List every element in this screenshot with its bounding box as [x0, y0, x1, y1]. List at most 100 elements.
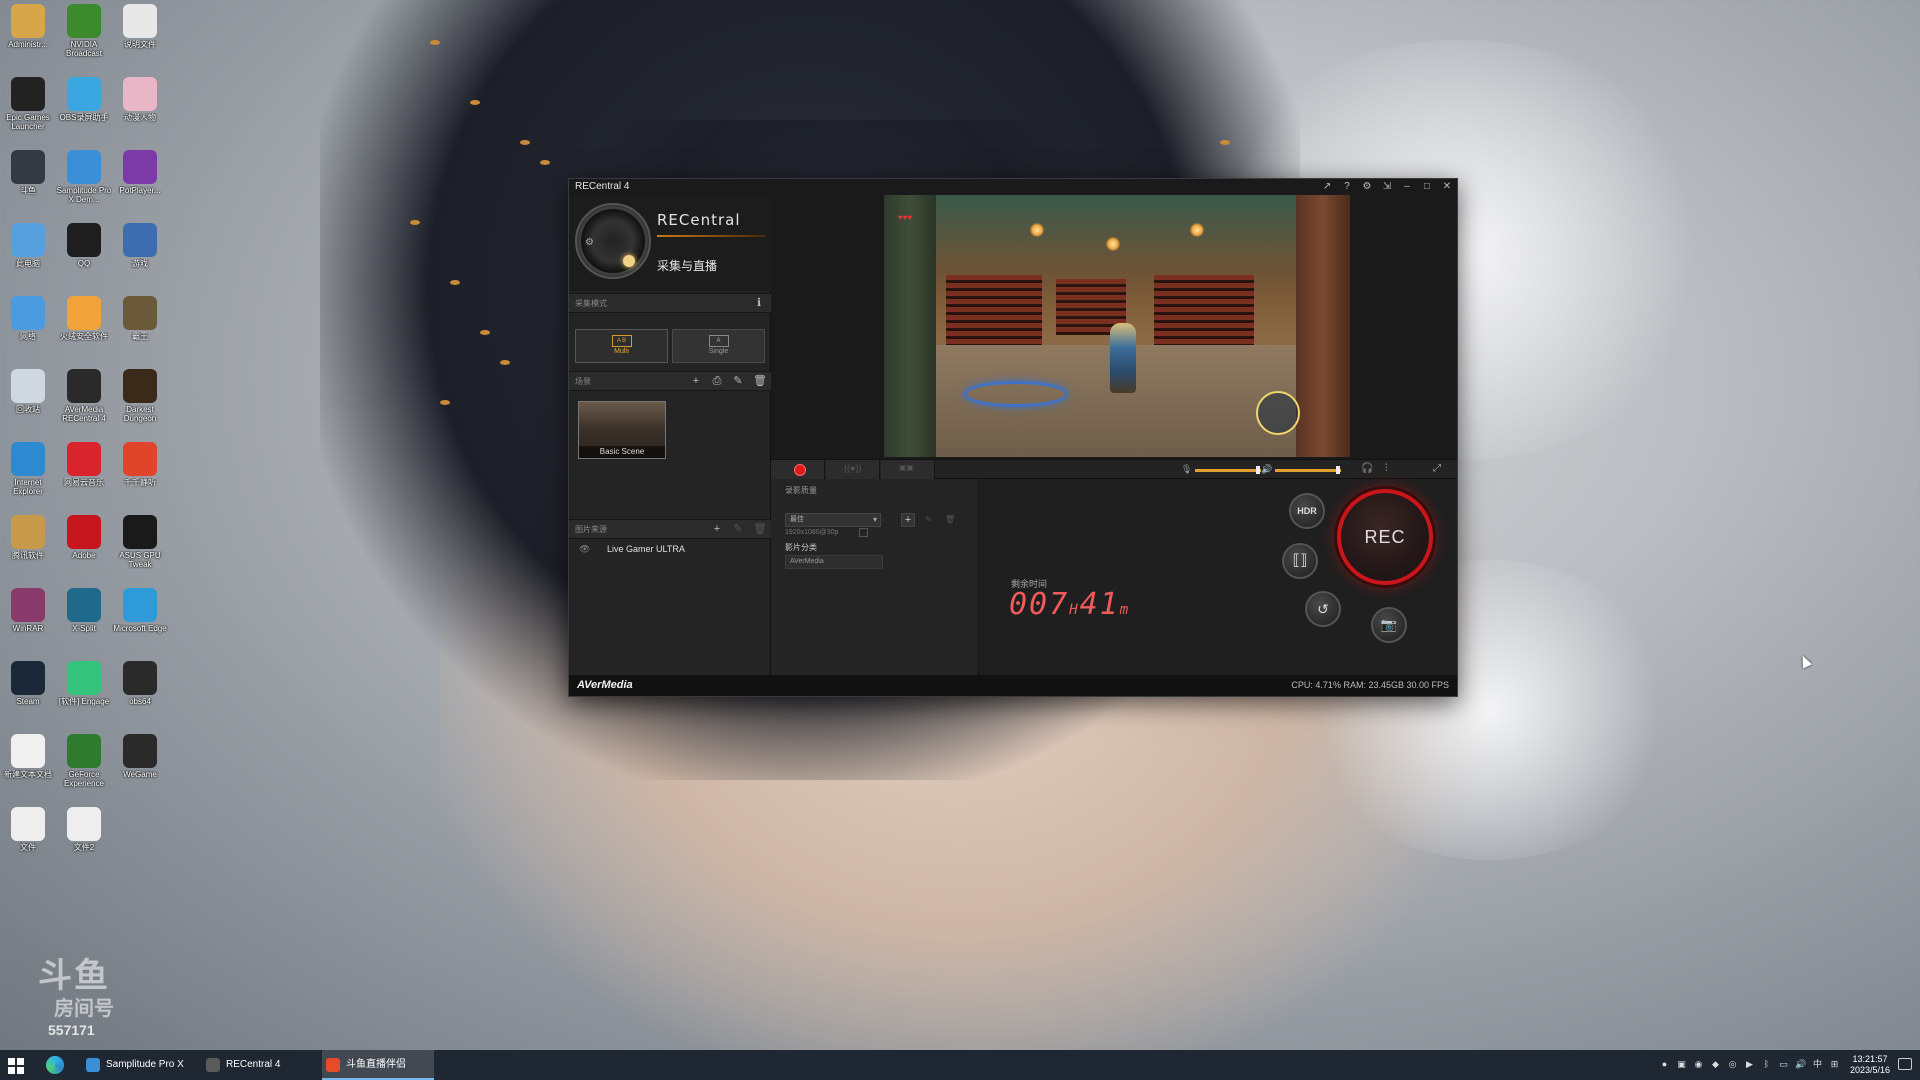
- desktop-icon[interactable]: 网易云音乐: [56, 440, 112, 512]
- desktop-icon[interactable]: 说明文件: [112, 2, 168, 74]
- notification-center-icon[interactable]: [1898, 1058, 1912, 1070]
- desktop-icon[interactable]: 动漫人物: [112, 75, 168, 147]
- desktop-icon[interactable]: Samplitude Pro X Dem...: [56, 148, 112, 220]
- speaker-volume-thumb[interactable]: [1336, 466, 1340, 474]
- instant-replay-button[interactable]: ↺: [1305, 591, 1341, 627]
- quality-detail-toggle[interactable]: [859, 528, 868, 537]
- single-mode-button[interactable]: A Single: [672, 329, 765, 363]
- delete-source-icon[interactable]: 🗑: [753, 523, 767, 535]
- desktop-icon[interactable]: Administr...: [0, 2, 56, 74]
- app-icon: [11, 442, 45, 476]
- audio-mixer-icon[interactable]: ⫶: [1385, 463, 1388, 474]
- desktop-icon[interactable]: 网络: [0, 294, 56, 366]
- desktop-icon[interactable]: Epic Games Launcher: [0, 75, 56, 147]
- network-icon[interactable]: ▭: [1778, 1059, 1789, 1070]
- delete-scene-icon[interactable]: 🗑: [753, 375, 767, 387]
- hdr-button[interactable]: HDR: [1289, 493, 1325, 529]
- folder-field[interactable]: AVerMedia: [785, 555, 883, 569]
- edge-taskbar-icon[interactable]: [46, 1056, 64, 1074]
- desktop-icon[interactable]: Internet Explorer: [0, 440, 56, 512]
- desktop-icon[interactable]: WeGame: [112, 732, 168, 804]
- stream-mode-tab[interactable]: ((●)): [826, 460, 880, 480]
- desktop-icon[interactable]: X-Split: [56, 586, 112, 658]
- taskbar-app-button[interactable]: Samplitude Pro X ...: [82, 1050, 194, 1080]
- desktop-icon-label: 此电脑: [16, 259, 40, 268]
- ime-indicator[interactable]: 中: [1812, 1059, 1823, 1070]
- add-scene-button[interactable]: +: [690, 375, 702, 387]
- desktop-icon[interactable]: 霸王: [112, 294, 168, 366]
- windows-start-button[interactable]: [8, 1058, 24, 1074]
- source-item[interactable]: 👁 Live Gamer ULTRA: [569, 541, 771, 559]
- maximize-button[interactable]: □: [1421, 180, 1433, 193]
- edit-quality-icon[interactable]: ✎: [925, 515, 932, 524]
- record-mode-tab[interactable]: [771, 460, 825, 480]
- desktop-icon[interactable]: ASUS GPU Tweak: [112, 513, 168, 585]
- desktop-icon[interactable]: OBS录屏助手: [56, 75, 112, 147]
- fullscreen-icon[interactable]: ⤢: [1433, 463, 1441, 474]
- taskbar-clock[interactable]: 13:21:57 2023/5/16: [1850, 1054, 1890, 1076]
- tray-app-icon[interactable]: ▶: [1744, 1059, 1755, 1070]
- desktop-icon[interactable]: QQ: [56, 221, 112, 293]
- scene-thumbnail[interactable]: Basic Scene: [578, 401, 666, 459]
- desktop-icon[interactable]: Darkest Dungeon: [112, 367, 168, 439]
- speaker-volume-slider[interactable]: [1275, 469, 1341, 472]
- desktop-icon[interactable]: Steam: [0, 659, 56, 731]
- desktop-icon[interactable]: Microsoft Edge: [112, 586, 168, 658]
- quality-select[interactable]: 最佳 ▾: [785, 513, 881, 527]
- save-scene-icon[interactable]: ⎙: [711, 375, 723, 387]
- minimize-button[interactable]: –: [1401, 180, 1413, 193]
- desktop-icon[interactable]: PotPlayer...: [112, 148, 168, 220]
- delete-quality-icon[interactable]: 🗑: [945, 515, 955, 524]
- desktop-icon[interactable]: 游戏: [112, 221, 168, 293]
- tray-app-icon[interactable]: ▣: [1676, 1059, 1687, 1070]
- mic-volume-thumb[interactable]: [1256, 466, 1260, 474]
- desktop-icon[interactable]: 文件: [0, 805, 56, 877]
- desktop-icon[interactable]: NVIDIA Broadcast: [56, 2, 112, 74]
- multi-mode-tab[interactable]: ▣▣: [881, 460, 935, 480]
- desktop-icon[interactable]: GeForce Experience: [56, 732, 112, 804]
- desktop-icon[interactable]: 千千静听: [112, 440, 168, 512]
- speaker-volume-control[interactable]: 🔊: [1261, 464, 1351, 476]
- desktop-icon[interactable]: 斗鱼: [0, 148, 56, 220]
- tray-app-icon[interactable]: ●: [1659, 1059, 1670, 1070]
- mic-volume-control[interactable]: 🎙: [1181, 464, 1271, 476]
- desktop-icon[interactable]: 此电脑: [0, 221, 56, 293]
- close-button[interactable]: ✕: [1441, 180, 1453, 193]
- desktop-icon[interactable]: 火绒安全软件: [56, 294, 112, 366]
- bluetooth-icon[interactable]: ᛒ: [1761, 1059, 1772, 1070]
- taskbar-app-button[interactable]: 斗鱼直播伴侣: [322, 1050, 434, 1080]
- desktop-icon[interactable]: WinRAR: [0, 586, 56, 658]
- volume-icon[interactable]: 🔊: [1795, 1059, 1806, 1070]
- help-icon[interactable]: ?: [1341, 180, 1353, 193]
- taskbar-app-button[interactable]: RECentral 4: [202, 1050, 314, 1080]
- pin-icon[interactable]: ↗: [1321, 180, 1333, 193]
- desktop-icon[interactable]: 文件2: [56, 805, 112, 877]
- snapshot-button[interactable]: 📷: [1371, 607, 1407, 643]
- tray-app-icon[interactable]: ◆: [1710, 1059, 1721, 1070]
- tray-app-icon[interactable]: ◎: [1727, 1059, 1738, 1070]
- desktop-icon[interactable]: 腾讯软件: [0, 513, 56, 585]
- input-method-icon[interactable]: ⊞: [1829, 1059, 1840, 1070]
- multi-mode-button[interactable]: A B Multi: [575, 329, 668, 363]
- settings-icon[interactable]: ⚙: [1361, 180, 1373, 193]
- edit-scene-icon[interactable]: ✎: [732, 375, 744, 387]
- info-icon[interactable]: ℹ: [753, 297, 765, 309]
- record-button[interactable]: REC: [1337, 489, 1433, 585]
- game-preview[interactable]: ♥♥♥: [884, 195, 1350, 457]
- add-quality-profile-button[interactable]: +: [901, 513, 915, 527]
- desktop-icon[interactable]: [软件] Engage: [56, 659, 112, 731]
- split-recording-button[interactable]: ⟦⟧: [1282, 543, 1318, 579]
- desktop-icon[interactable]: Adobe: [56, 513, 112, 585]
- desktop-icon[interactable]: 新建文本文档: [0, 732, 56, 804]
- edit-source-icon[interactable]: ✎: [732, 523, 744, 535]
- title-bar[interactable]: RECentral 4 ↗ ? ⚙ ⇲ – □ ✕: [569, 179, 1457, 195]
- desktop-icon[interactable]: 回收站: [0, 367, 56, 439]
- tray-app-icon[interactable]: ◉: [1693, 1059, 1704, 1070]
- desktop-icon[interactable]: obs64: [112, 659, 168, 731]
- desktop-icon[interactable]: AVerMedia RECentral 4: [56, 367, 112, 439]
- add-source-button[interactable]: +: [711, 523, 723, 535]
- visibility-eye-icon[interactable]: 👁: [579, 544, 590, 555]
- mic-volume-slider[interactable]: [1195, 469, 1261, 472]
- compact-mode-icon[interactable]: ⇲: [1381, 180, 1393, 193]
- headphone-icon[interactable]: 🎧: [1361, 463, 1373, 474]
